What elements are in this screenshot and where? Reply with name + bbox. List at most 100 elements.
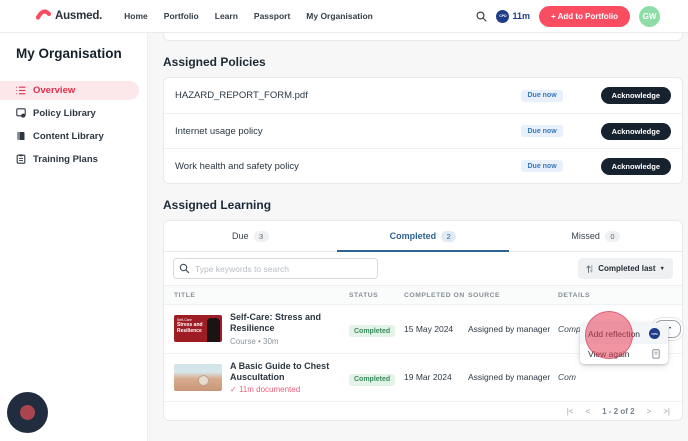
cpd-time: 11m bbox=[512, 11, 530, 21]
learning-tabs: Due 3 Completed 2 Missed 0 bbox=[164, 221, 682, 252]
user-avatar[interactable]: GW bbox=[639, 6, 660, 27]
due-now-badge: Due now bbox=[521, 160, 562, 172]
record-dot-icon bbox=[20, 405, 35, 420]
ausmed-logo[interactable]: Ausmed. bbox=[36, 7, 102, 25]
clipboard-icon bbox=[16, 151, 26, 169]
documented-time: ✓ 11m documented bbox=[230, 385, 349, 394]
course-title: A Basic Guide to Chest Auscultation bbox=[230, 361, 349, 384]
due-now-badge: Due now bbox=[521, 125, 562, 137]
sidebar: My Organisation Overview Policy Library … bbox=[0, 33, 148, 441]
cpd-circle-icon: CPD bbox=[649, 328, 660, 339]
person-silhouette bbox=[207, 318, 220, 342]
tab-completed[interactable]: Completed 2 bbox=[337, 221, 510, 251]
ausmed-swoosh-icon bbox=[36, 7, 51, 25]
tab-label: Due bbox=[232, 231, 249, 241]
sidebar-item-label: Training Plans bbox=[33, 154, 98, 165]
policy-row: HAZARD_REPORT_FORM.pdf Due now Acknowled… bbox=[164, 78, 682, 113]
document-icon bbox=[652, 349, 660, 359]
acknowledge-button[interactable]: Acknowledge bbox=[601, 123, 671, 140]
sort-label: Completed last bbox=[598, 264, 655, 273]
course-subtitle: Course • 30m bbox=[230, 337, 349, 346]
search-input[interactable] bbox=[173, 258, 378, 279]
filter-row: Completed last ▼ bbox=[164, 252, 682, 285]
sidebar-item-label: Content Library bbox=[33, 131, 104, 142]
policy-row: Internet usage policy Due now Acknowledg… bbox=[164, 113, 682, 148]
search-box bbox=[173, 258, 378, 279]
pagination-last-button[interactable]: >| bbox=[663, 407, 670, 416]
nav-passport[interactable]: Passport bbox=[254, 11, 290, 21]
assigned-learning-heading: Assigned Learning bbox=[163, 198, 683, 212]
sort-arrows-icon bbox=[586, 264, 594, 274]
source-text: Assigned by manager bbox=[468, 324, 558, 334]
tab-count-badge: 3 bbox=[254, 231, 269, 242]
tab-missed[interactable]: Missed 0 bbox=[509, 221, 682, 251]
scrolled-card-remnant bbox=[163, 33, 683, 41]
search-icon[interactable] bbox=[476, 11, 487, 22]
tab-label: Completed bbox=[390, 231, 437, 241]
navbar-right: CPD 11m + Add to Portfolio GW bbox=[476, 6, 660, 27]
course-thumbnail-chest-auscultation bbox=[174, 364, 222, 391]
acknowledge-button[interactable]: Acknowledge bbox=[601, 158, 671, 175]
stethoscope-icon bbox=[198, 375, 209, 386]
assigned-policies-card: HAZARD_REPORT_FORM.pdf Due now Acknowled… bbox=[163, 77, 683, 184]
click-indicator-ring bbox=[585, 311, 633, 359]
sort-dropdown-button[interactable]: Completed last ▼ bbox=[578, 258, 673, 279]
nav-home[interactable]: Home bbox=[124, 11, 148, 21]
due-now-badge: Due now bbox=[521, 90, 562, 102]
tab-count-badge: 2 bbox=[441, 231, 456, 242]
thumb-caption: Stress and Resilience bbox=[177, 323, 203, 334]
brand-name: Ausmed. bbox=[55, 10, 102, 22]
policy-name: HAZARD_REPORT_FORM.pdf bbox=[175, 90, 308, 101]
acknowledge-button[interactable]: Acknowledge bbox=[601, 87, 671, 104]
cpd-badge-icon: CPD bbox=[496, 10, 509, 23]
completed-on-date: 19 Mar 2024 bbox=[404, 372, 468, 382]
status-badge: Completed bbox=[349, 374, 395, 386]
assigned-policies-heading: Assigned Policies bbox=[163, 55, 683, 69]
policy-document-icon bbox=[16, 105, 26, 123]
sidebar-title: My Organisation bbox=[16, 46, 147, 61]
sidebar-item-training-plans[interactable]: Training Plans bbox=[0, 150, 139, 169]
add-to-portfolio-button[interactable]: + Add to Portfolio bbox=[539, 6, 630, 27]
tab-due[interactable]: Due 3 bbox=[164, 221, 337, 251]
col-completed-on: COMPLETED ON bbox=[404, 292, 468, 299]
sidebar-item-policy-library[interactable]: Policy Library bbox=[0, 104, 139, 123]
check-icon: ✓ bbox=[230, 385, 237, 394]
nav-portfolio[interactable]: Portfolio bbox=[164, 11, 199, 21]
book-icon bbox=[16, 128, 26, 146]
main-nav: Home Portfolio Learn Passport My Organis… bbox=[124, 11, 373, 21]
pagination: |< < 1 - 2 of 2 > >| bbox=[164, 401, 682, 420]
pagination-range: 1 - 2 of 2 bbox=[602, 407, 634, 416]
list-icon bbox=[16, 82, 26, 100]
main-content: Assigned Policies HAZARD_REPORT_FORM.pdf… bbox=[148, 33, 688, 441]
pagination-first-button[interactable]: |< bbox=[567, 407, 574, 416]
pagination-prev-button[interactable]: < bbox=[585, 407, 590, 416]
tab-label: Missed bbox=[571, 231, 600, 241]
sidebar-menu: Overview Policy Library Content Library … bbox=[0, 81, 147, 169]
pagination-next-button[interactable]: > bbox=[647, 407, 652, 416]
policy-name: Internet usage policy bbox=[175, 126, 263, 137]
floating-beacon-button[interactable] bbox=[7, 392, 48, 433]
col-source: SOURCE bbox=[468, 292, 558, 299]
policy-row: Work health and safety policy Due now Ac… bbox=[164, 148, 682, 183]
course-thumbnail-self-care: Self-Care Stress and Resilience bbox=[174, 315, 222, 342]
details-text: Com bbox=[558, 372, 654, 382]
top-navbar: Ausmed. Home Portfolio Learn Passport My… bbox=[0, 0, 688, 33]
table-header: TITLE STATUS COMPLETED ON SOURCE DETAILS bbox=[164, 285, 682, 305]
nav-learn[interactable]: Learn bbox=[215, 11, 238, 21]
search-icon bbox=[179, 263, 190, 274]
sidebar-item-label: Overview bbox=[33, 85, 75, 96]
cpd-tracker[interactable]: CPD 11m bbox=[496, 10, 530, 23]
nav-my-organisation[interactable]: My Organisation bbox=[306, 11, 373, 21]
tab-count-badge: 0 bbox=[605, 231, 620, 242]
sidebar-item-content-library[interactable]: Content Library bbox=[0, 127, 139, 146]
app-window: Ausmed. Home Portfolio Learn Passport My… bbox=[0, 0, 688, 441]
sidebar-item-label: Policy Library bbox=[33, 108, 96, 119]
status-badge: Completed bbox=[349, 325, 395, 337]
policy-name: Work health and safety policy bbox=[175, 161, 299, 172]
source-text: Assigned by manager bbox=[468, 372, 558, 382]
col-details: DETAILS bbox=[558, 292, 654, 299]
col-title: TITLE bbox=[164, 292, 349, 299]
course-title: Self-Care: Stress and Resilience bbox=[230, 312, 349, 335]
sidebar-item-overview[interactable]: Overview bbox=[0, 81, 139, 100]
chevron-down-icon: ▼ bbox=[660, 266, 665, 272]
